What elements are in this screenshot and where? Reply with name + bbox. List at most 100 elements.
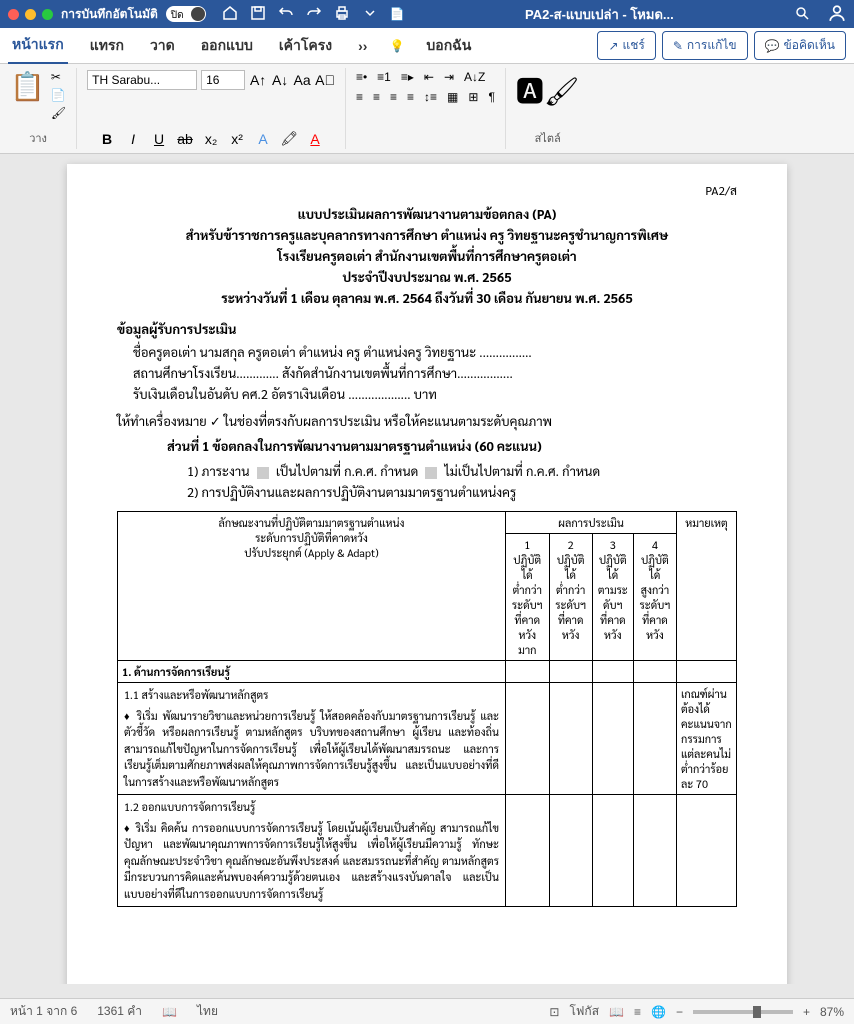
copy-icon[interactable]: 📄 [51, 88, 66, 102]
superscript-button[interactable]: x² [228, 131, 246, 147]
part1-title: ส่วนที่ 1 ข้อตกลงในการพัฒนางานตามมาตรฐาน… [117, 438, 737, 455]
maximize-icon[interactable] [42, 9, 53, 20]
status-lang[interactable]: ไทย [197, 1002, 218, 1021]
clear-format-icon[interactable]: A⃠ [315, 72, 335, 88]
shading-icon[interactable]: ▦ [447, 90, 458, 104]
checkbox-icon[interactable] [425, 467, 437, 479]
close-icon[interactable] [8, 9, 19, 20]
status-page[interactable]: หน้า 1 จาก 6 [10, 1002, 77, 1021]
autosave-toggle[interactable]: ปิด [166, 6, 206, 22]
change-case-icon[interactable]: Aa [293, 72, 311, 88]
th-note: หมายเหตุ [677, 512, 737, 661]
view-read-icon[interactable]: 📖 [609, 1005, 624, 1019]
minimize-icon[interactable] [25, 9, 36, 20]
justify-icon[interactable]: ≡ [407, 90, 414, 104]
italic-button[interactable]: I [124, 131, 142, 147]
strike-button[interactable]: ab [176, 131, 194, 147]
paste-icon[interactable]: 📋 [10, 70, 45, 103]
format-painter-icon[interactable]: 🖌 [51, 106, 66, 120]
text-effects-icon[interactable]: A [254, 131, 272, 147]
multilevel-icon[interactable]: ≡▸ [401, 70, 414, 84]
checkbox-icon[interactable] [257, 467, 269, 479]
doc-heading-4: ประจำปีงบประมาณ พ.ศ. 2565 [117, 269, 737, 286]
tab-more[interactable]: ›› [354, 32, 371, 60]
borders-icon[interactable]: ⊞ [468, 90, 478, 104]
doc-heading-2: สำหรับข้าราชการครูและบุคลากรทางการศึกษา … [117, 227, 737, 244]
undo-icon[interactable] [278, 5, 294, 24]
zoom-slider[interactable] [693, 1010, 793, 1014]
indent-left-icon[interactable]: ⇤ [424, 70, 434, 84]
row-1-1-note: เกณฑ์ผ่าน ต้องได้คะแนนจากกรรมการแต่ละคนไ… [677, 683, 737, 795]
sort-icon[interactable]: A↓Z [464, 70, 485, 84]
comments-button[interactable]: 💬 ข้อคิดเห็น [754, 31, 846, 60]
status-words[interactable]: 1361 คำ [97, 1002, 142, 1021]
th-result: ผลการประเมิน [506, 512, 677, 534]
tab-draw[interactable]: วาด [146, 29, 179, 63]
page-code: PA2/ส [117, 182, 737, 198]
edit-button[interactable]: ✎ การแก้ไข [662, 31, 748, 60]
window-controls [8, 9, 53, 20]
indent-right-icon[interactable]: ⇥ [444, 70, 454, 84]
highlight-icon[interactable]: 🖍 [280, 130, 298, 147]
print-icon[interactable] [334, 5, 350, 24]
line-school: สถานศึกษาโรงเรียน............. สังกัดสำน… [133, 365, 737, 382]
tab-layout[interactable]: เค้าโครง [275, 29, 336, 63]
underline-button[interactable]: U [150, 131, 168, 147]
page: PA2/ส แบบประเมินผลการพัฒนางานตามข้อตกลง … [67, 164, 787, 984]
ribbon-tabs: หน้าแรก แทรก วาด ออกแบบ เค้าโครง ›› 💡 บอ… [0, 28, 854, 64]
save-icon[interactable] [250, 5, 266, 24]
tab-insert[interactable]: แทรก [86, 29, 128, 63]
numbering-icon[interactable]: ≡1 [377, 70, 391, 84]
cut-icon[interactable]: ✂ [51, 70, 66, 84]
tab-design[interactable]: ออกแบบ [197, 29, 257, 63]
show-marks-icon[interactable]: ¶ [488, 90, 494, 104]
increase-font-icon[interactable]: A↑ [249, 72, 267, 88]
bold-button[interactable]: B [98, 131, 116, 147]
styles-icon[interactable]: 🅰🖌 [516, 70, 580, 110]
ribbon: 📋 ✂ 📄 🖌 วาง A↑ A↓ Aa A⃠ B I U ab x₂ x² A [0, 64, 854, 154]
word-icon: 📄 [390, 7, 405, 21]
home-icon[interactable] [222, 5, 238, 24]
bullets-icon[interactable]: ≡• [356, 70, 367, 84]
search-icon[interactable] [794, 5, 810, 24]
redo-icon[interactable] [306, 5, 322, 24]
status-zoom[interactable]: 87% [820, 1005, 844, 1019]
line-spacing-icon[interactable]: ↕≡ [424, 90, 437, 104]
instruction: ให้ทำเครื่องหมาย ✓ ในช่องที่ตรงกับผลการป… [117, 413, 737, 430]
subscript-button[interactable]: x₂ [202, 131, 220, 147]
status-bar: หน้า 1 จาก 6 1361 คำ 📖 ไทย ⊡ โฟกัส 📖 ≡ 🌐… [0, 998, 854, 1024]
zoom-out-icon[interactable]: − [676, 1005, 683, 1019]
align-left-icon[interactable]: ≡ [356, 90, 363, 104]
styles-group: 🅰🖌 สไตล์ [506, 68, 590, 149]
th-col2: 2 ปฏิบัติได้ ต่ำกว่าระดับฯ ที่คาดหวัง [549, 534, 592, 661]
user-icon[interactable] [828, 4, 846, 25]
paragraph-group: ≡• ≡1 ≡▸ ⇤ ⇥ A↓Z ≡ ≡ ≡ ≡ ↕≡ ▦ ⊞ ¶ [346, 68, 506, 149]
chevron-down-icon[interactable] [362, 5, 378, 24]
decrease-font-icon[interactable]: A↓ [271, 72, 289, 88]
spellcheck-icon[interactable]: 📖 [162, 1005, 177, 1019]
document-title: PA2-ส-แบบเปล่า - โหมด... [413, 4, 786, 25]
font-color-icon[interactable]: A [306, 131, 324, 147]
section-info: ข้อมูลผู้รับการประเมิน [117, 321, 737, 338]
clipboard-group: 📋 ✂ 📄 🖌 วาง [0, 68, 77, 149]
align-right-icon[interactable]: ≡ [390, 90, 397, 104]
align-center-icon[interactable]: ≡ [373, 90, 380, 104]
line-salary: รับเงินเดือนในอันดับ คศ.2 อัตราเงินเดือน… [133, 386, 737, 403]
document-area[interactable]: PA2/ส แบบประเมินผลการพัฒนางานตามข้อตกลง … [0, 154, 854, 984]
row1-head: 1. ด้านการจัดการเรียนรู้ [118, 661, 506, 683]
tab-home[interactable]: หน้าแรก [8, 28, 68, 64]
th-main: ลักษณะงานที่ปฏิบัติตามมาตรฐานตำแหน่ง ระด… [118, 512, 506, 661]
zoom-in-icon[interactable]: + [803, 1005, 810, 1019]
bulb-icon: 💡 [389, 39, 404, 53]
focus-icon[interactable]: ⊡ [549, 1005, 559, 1019]
th-col3: 3 ปฏิบัติได้ ตามระดับฯ ที่คาดหวัง [592, 534, 633, 661]
share-button[interactable]: ↗ แชร์ [597, 31, 655, 60]
font-name-select[interactable] [87, 70, 197, 90]
status-focus[interactable]: โฟกัส [569, 1002, 599, 1021]
th-col4: 4 ปฏิบัติได้ สูงกว่าระดับฯ ที่คาดหวัง [633, 534, 676, 661]
tab-tellme[interactable]: บอกฉัน [422, 29, 475, 63]
view-print-icon[interactable]: ≡ [634, 1005, 641, 1019]
font-size-select[interactable] [201, 70, 245, 90]
font-group: A↑ A↓ Aa A⃠ B I U ab x₂ x² A 🖍 A [77, 68, 346, 149]
view-web-icon[interactable]: 🌐 [651, 1005, 666, 1019]
